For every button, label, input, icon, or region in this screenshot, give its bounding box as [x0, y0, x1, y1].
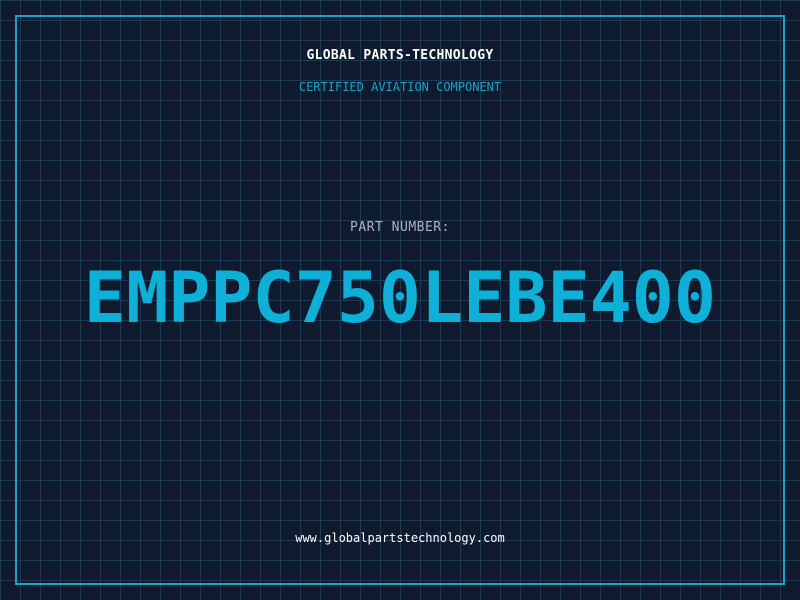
part-number-value: EMPPC750LEBE400 [83, 257, 717, 339]
certification-subtitle: CERTIFIED AVIATION COMPONENT [298, 80, 502, 94]
company-name: GLOBAL PARTS-TECHNOLOGY [306, 48, 494, 63]
website-url: www.globalpartstechnology.com [295, 531, 505, 545]
part-card: GLOBAL PARTS-TECHNOLOGY CERTIFIED AVIATI… [0, 0, 800, 600]
part-number-label: PART NUMBER: [350, 220, 450, 235]
